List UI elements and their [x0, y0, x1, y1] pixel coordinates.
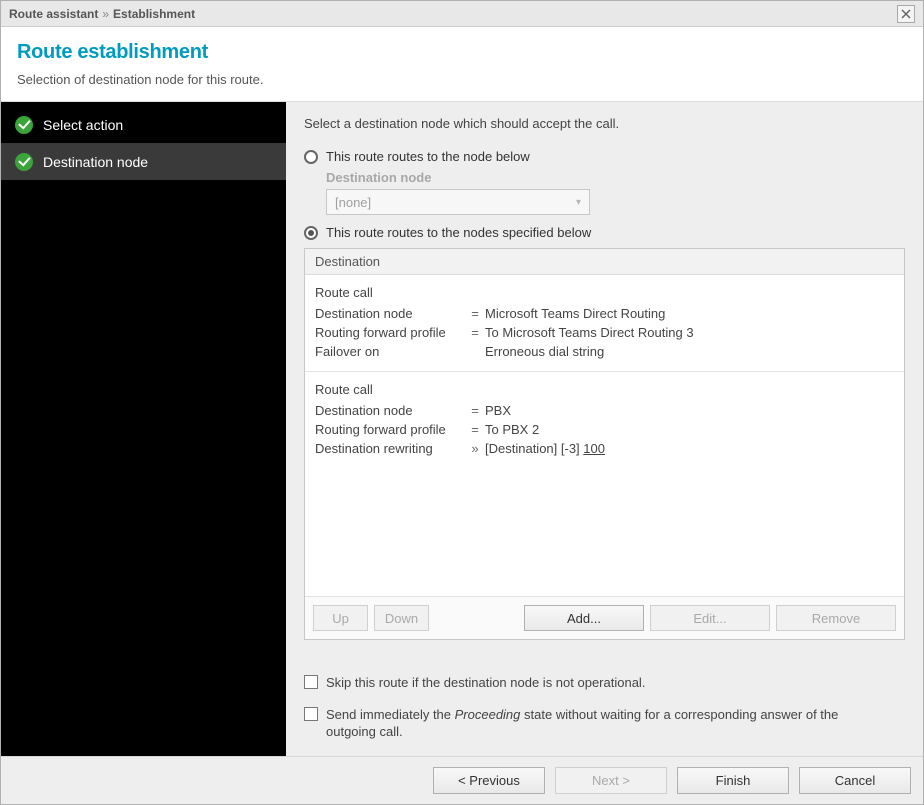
skip-route-checkbox[interactable]	[304, 675, 318, 689]
dialog-window: Route assistant » Establishment Route es…	[0, 0, 924, 805]
close-button[interactable]	[897, 5, 915, 23]
prop-val: PBX	[485, 403, 894, 418]
destination-item[interactable]: Route call Destination node = Microsoft …	[305, 275, 904, 372]
up-button[interactable]: Up	[313, 605, 368, 631]
prop-key: Destination node	[315, 403, 465, 418]
proceeding-text-pre: Send immediately the	[326, 707, 455, 722]
proceeding-checkbox[interactable]	[304, 707, 318, 721]
radio-single-node[interactable]	[304, 150, 318, 164]
add-button[interactable]: Add...	[524, 605, 644, 631]
main-panel: Select a destination node which should a…	[286, 102, 923, 756]
rewrite-number: 100	[583, 441, 605, 456]
page-title: Route establishment	[17, 41, 907, 64]
prop-eq: =	[465, 403, 485, 418]
titlebar-section: Establishment	[113, 7, 195, 21]
prop-key: Destination node	[315, 306, 465, 321]
prop-eq: =	[465, 422, 485, 437]
prop-val: Microsoft Teams Direct Routing	[485, 306, 894, 321]
option-multi-label: This route routes to the nodes specified…	[326, 225, 591, 240]
sidebar-item-label: Destination node	[43, 154, 148, 170]
destination-node-value: [none]	[335, 195, 371, 210]
instruction-text: Select a destination node which should a…	[304, 116, 905, 131]
prop-key: Failover on	[315, 344, 465, 359]
proceeding-label: Send immediately the Proceeding state wi…	[326, 706, 846, 741]
prop-key: Routing forward profile	[315, 422, 465, 437]
finish-button[interactable]: Finish	[677, 767, 789, 794]
destination-list-panel: Destination Route call Destination node …	[304, 248, 905, 640]
titlebar-app: Route assistant	[9, 7, 98, 21]
destination-list-body: Route call Destination node = Microsoft …	[305, 275, 904, 468]
prop-key: Routing forward profile	[315, 325, 465, 340]
rewrite-prefix: [Destination] [-3]	[485, 441, 583, 456]
prop-eq	[465, 344, 485, 359]
check-icon	[15, 116, 33, 134]
prop-val: To Microsoft Teams Direct Routing 3	[485, 325, 894, 340]
option-single-node: This route routes to the node below Dest…	[304, 149, 905, 215]
wizard-sidebar: Select action Destination node	[1, 102, 286, 756]
radio-multi-node[interactable]	[304, 226, 318, 240]
destination-list-header: Destination	[305, 249, 904, 275]
destination-item-headline: Route call	[315, 283, 894, 302]
close-icon	[901, 9, 911, 19]
sidebar-item-label: Select action	[43, 117, 123, 133]
destination-item-headline: Route call	[315, 380, 894, 399]
prop-val: Erroneous dial string	[485, 344, 894, 359]
prop-key: Destination rewriting	[315, 441, 465, 456]
prop-val: [Destination] [-3] 100	[485, 441, 894, 456]
prop-val: To PBX 2	[485, 422, 894, 437]
previous-button[interactable]: < Previous	[433, 767, 545, 794]
prop-eq: =	[465, 325, 485, 340]
destination-buttons: Up Down Add... Edit... Remove	[305, 596, 904, 639]
sidebar-item-destination-node[interactable]: Destination node	[1, 143, 286, 180]
edit-button[interactable]: Edit...	[650, 605, 770, 631]
dialog-footer: < Previous Next > Finish Cancel	[1, 756, 923, 804]
option-multi-node: This route routes to the nodes specified…	[304, 225, 905, 640]
breadcrumb-separator: »	[102, 7, 109, 21]
cancel-button[interactable]: Cancel	[799, 767, 911, 794]
chevron-down-icon: ▾	[576, 197, 581, 208]
prop-eq: »	[465, 441, 485, 456]
remove-button[interactable]: Remove	[776, 605, 896, 631]
proceeding-option: Send immediately the Proceeding state wi…	[304, 706, 905, 741]
destination-node-label: Destination node	[326, 170, 905, 185]
option-single-label: This route routes to the node below	[326, 149, 530, 164]
skip-route-label: Skip this route if the destination node …	[326, 674, 645, 692]
destination-node-combo: [none] ▾	[326, 189, 590, 215]
page-subtitle: Selection of destination node for this r…	[17, 72, 907, 87]
down-button[interactable]: Down	[374, 605, 429, 631]
destination-item[interactable]: Route call Destination node = PBX Routin…	[305, 372, 904, 468]
sidebar-item-select-action[interactable]: Select action	[1, 106, 286, 143]
header-band: Route establishment Selection of destina…	[1, 27, 923, 102]
titlebar: Route assistant » Establishment	[1, 1, 923, 27]
proceeding-text-em: Proceeding	[455, 707, 521, 722]
skip-route-option: Skip this route if the destination node …	[304, 674, 905, 692]
check-icon	[15, 153, 33, 171]
prop-eq: =	[465, 306, 485, 321]
next-button[interactable]: Next >	[555, 767, 667, 794]
